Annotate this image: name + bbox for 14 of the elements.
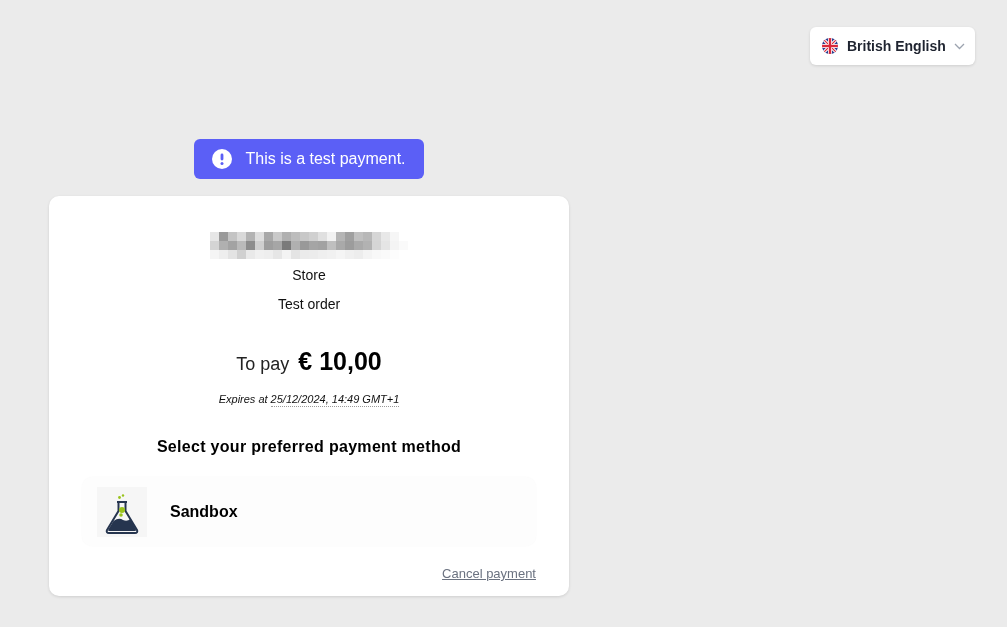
- expiry-date: 25/12/2024, 14:49 GMT+1: [270, 391, 400, 407]
- amount-value: € 10,00: [298, 346, 382, 377]
- chevron-down-icon: [954, 42, 965, 50]
- exclamation-circle-icon: [212, 149, 233, 169]
- banner-text: This is a test payment.: [245, 149, 406, 169]
- merchant-type: Store: [292, 266, 326, 285]
- expiry-label: Expires at: [218, 391, 268, 407]
- language-selector[interactable]: British English: [810, 27, 975, 65]
- amount-label: To pay: [236, 353, 290, 376]
- uk-flag-icon: [822, 38, 838, 54]
- payment-method-heading: Select your preferred payment method: [156, 437, 462, 457]
- order-description: Test order: [277, 295, 341, 314]
- cancel-payment-link[interactable]: Cancel payment: [442, 564, 536, 584]
- flask-icon: [97, 486, 147, 537]
